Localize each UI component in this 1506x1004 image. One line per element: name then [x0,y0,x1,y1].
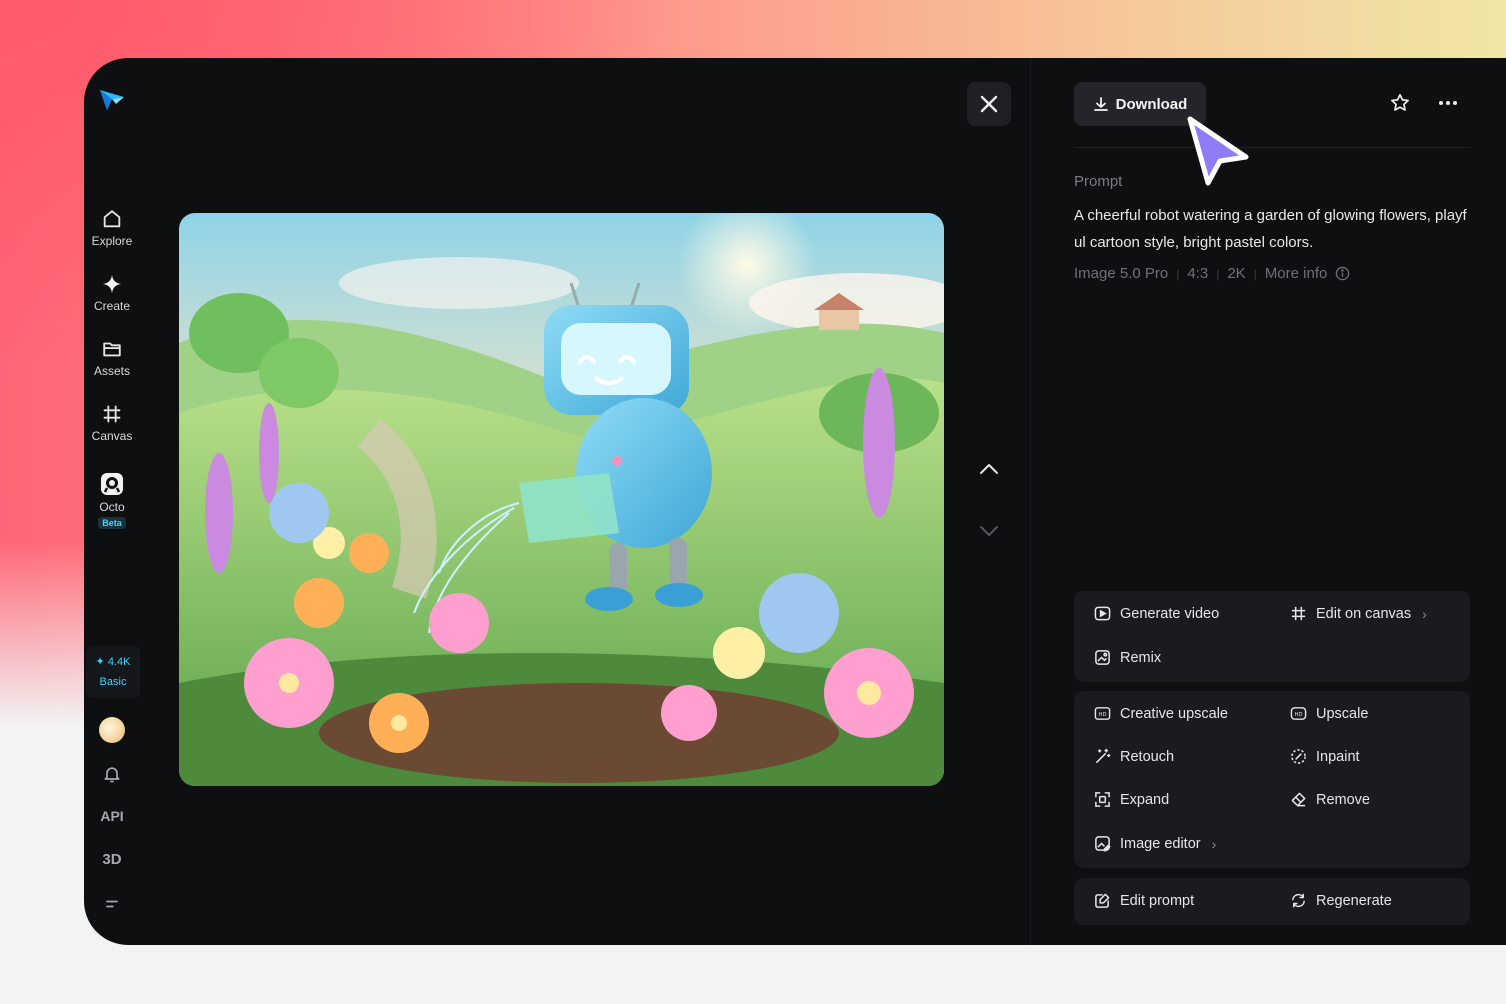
sidebar-item-label: Octo [99,500,125,514]
remix-button[interactable]: Remix [1094,649,1161,666]
model-name: Image 5.0 Pro [1074,265,1169,282]
expand-icon [1095,792,1110,807]
more-options-button[interactable] [1437,92,1459,119]
info-icon[interactable] [1335,266,1350,281]
header-divider [1074,147,1471,148]
creative-upscale-button[interactable]: HD Creative upscale [1094,705,1228,722]
eraser-icon [1291,792,1306,807]
expand-button[interactable]: Expand [1094,791,1169,808]
close-icon [980,95,998,113]
meta-separator: | [1176,266,1180,281]
panel-divider [1030,58,1031,945]
close-button[interactable] [967,82,1011,126]
more-info-link[interactable]: More info [1265,265,1328,282]
sidebar-item-label: Create [93,299,131,313]
sidebar-item-canvas[interactable]: Canvas [84,403,140,443]
octo-icon [101,473,123,495]
retouch-button[interactable]: Retouch [1094,748,1174,765]
generate-video-button[interactable]: Generate video [1094,605,1219,622]
3d-link[interactable]: 3D [84,851,140,868]
remix-icon [1095,650,1110,665]
meta-separator: | [1253,266,1257,281]
regenerate-button[interactable]: Regenerate [1290,892,1392,909]
sidebar-item-octo[interactable]: Octo Beta [84,472,140,529]
menu-icon[interactable] [84,894,140,917]
generated-image[interactable] [179,213,944,786]
prompt-label: Prompt [1074,173,1123,190]
meta-separator: | [1216,266,1220,281]
action-group-prompt: Edit prompt Regenerate [1074,878,1470,925]
image-editor-button[interactable]: Image editor › [1094,835,1216,852]
app-logo[interactable] [98,84,126,112]
edit-prompt-icon [1095,893,1110,908]
inpaint-icon [1291,749,1306,764]
next-image-button[interactable] [978,520,1000,547]
api-link[interactable]: API [84,808,140,824]
chevron-right-icon: › [1211,835,1217,852]
previous-image-button[interactable] [978,458,1000,485]
hd-icon: HD [1290,707,1307,720]
magic-wand-icon [1096,748,1111,763]
hd-plus-icon: HD [1094,707,1111,720]
sidebar-item-create[interactable]: Create [84,273,140,313]
canvas-icon [103,405,121,423]
svg-text:HD: HD [1099,712,1107,718]
download-label: Download [1115,95,1188,113]
more-horizontal-icon [1439,101,1457,105]
mouse-cursor-icon [1182,113,1254,194]
plan-label: Basic [99,676,127,688]
credits-count: ✦ 4.4K [95,656,131,668]
chevron-right-icon: › [1422,605,1427,622]
sidebar-item-label: Explore [91,234,133,248]
upscale-button[interactable]: HD Upscale [1290,705,1368,722]
favorite-button[interactable] [1389,92,1411,119]
image-meta: Image 5.0 Pro | 4:3 | 2K | More info [1074,265,1350,282]
chevron-up-icon [980,464,998,474]
remove-button[interactable]: Remove [1290,791,1370,808]
refresh-icon [1292,893,1305,908]
canvas-icon [1291,606,1306,621]
edit-prompt-button[interactable]: Edit prompt [1094,892,1194,909]
resolution: 2K [1227,265,1246,282]
chevron-down-icon [980,526,998,536]
sidebar-item-label: Assets [93,364,130,378]
video-play-icon [1094,606,1111,621]
svg-text:HD: HD [1295,712,1303,718]
home-icon [103,210,121,228]
action-group-enhance: HD Creative upscale HD Upscale Retouch I… [1074,691,1470,868]
sidebar-item-assets[interactable]: Assets [84,338,140,378]
prompt-text: A cheerful robot watering a garden of gl… [1074,207,1467,251]
sidebar: Explore Create Assets Canvas Octo Beta ✦… [84,58,140,945]
app-window: Explore Create Assets Canvas Octo Beta ✦… [84,58,1506,945]
star-icon [1391,93,1409,111]
inpaint-button[interactable]: Inpaint [1290,748,1360,765]
edit-on-canvas-button[interactable]: Edit on canvas › [1290,605,1427,622]
folder-icon [103,342,121,357]
credits-badge[interactable]: ✦ 4.4K Basic [86,646,140,698]
sparkle-icon [102,274,122,294]
aspect-ratio: 4:3 [1187,265,1209,282]
sidebar-item-explore[interactable]: Explore [84,208,140,248]
sidebar-item-label: Canvas [91,429,133,443]
beta-badge: Beta [98,517,126,529]
action-group-generate: Generate video Edit on canvas › Remix [1074,591,1470,682]
avatar[interactable] [99,717,125,743]
bell-icon[interactable] [84,764,140,787]
download-icon [1093,97,1108,111]
image-edit-icon [1095,836,1111,852]
